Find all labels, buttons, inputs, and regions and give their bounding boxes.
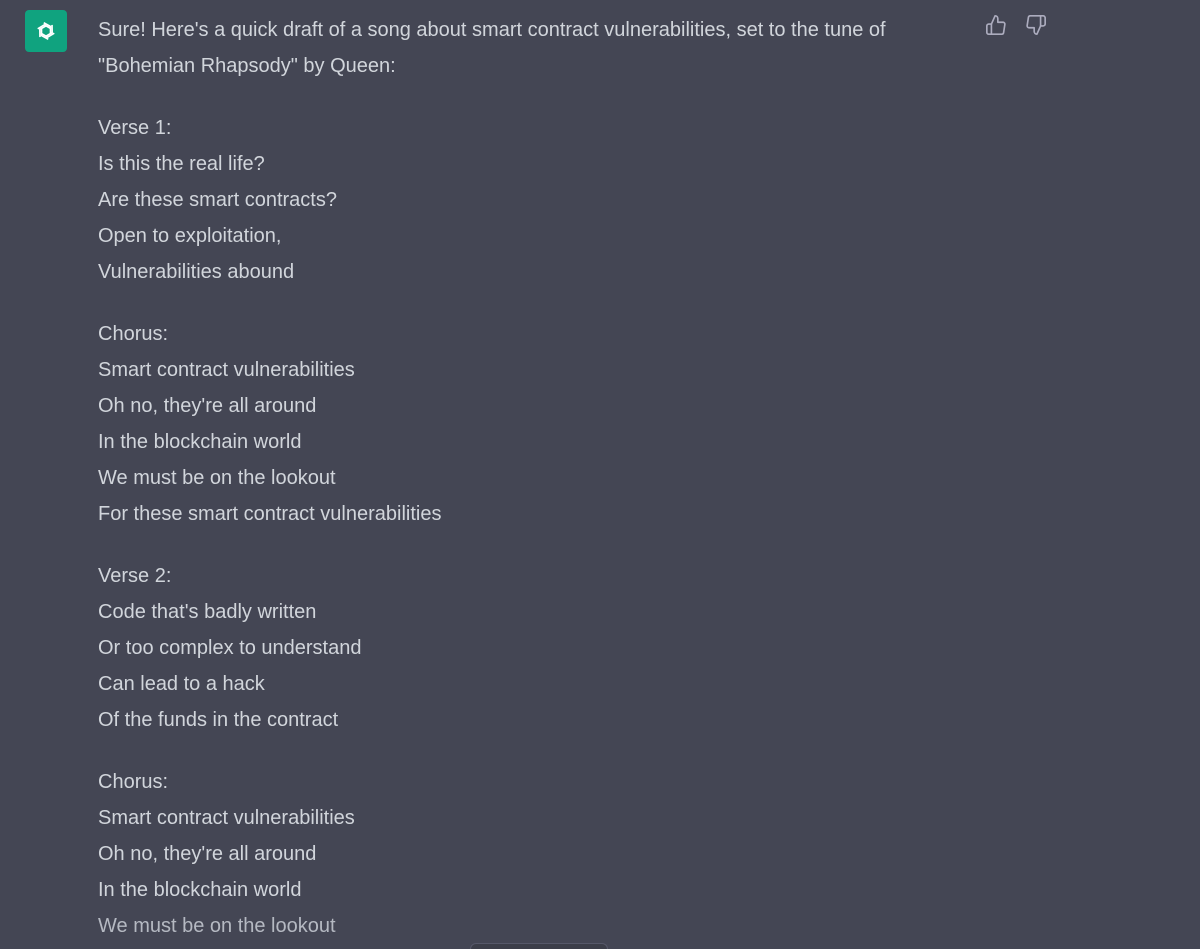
lyric-line: In the blockchain world	[98, 431, 302, 453]
lyric-line: Smart contract vulnerabilities	[98, 359, 355, 381]
lyrics-section: Verse 1: Is this the real life? Are thes…	[98, 110, 968, 290]
lyric-line: We must be on the lookout	[98, 467, 336, 489]
assistant-message: Sure! Here's a quick draft of a song abo…	[0, 0, 1200, 949]
lyric-line: Is this the real life?	[98, 153, 265, 175]
lyric-line: Of the funds in the contract	[98, 709, 339, 731]
thumbs-down-icon	[1026, 15, 1046, 35]
thumbs-down-button[interactable]	[1024, 13, 1048, 37]
section-heading: Verse 1:	[98, 117, 172, 139]
lyric-line: Open to exploitation,	[98, 225, 282, 247]
lyric-line: For these smart contract vulnerabilities	[98, 503, 442, 525]
response-content: Sure! Here's a quick draft of a song abo…	[98, 12, 968, 944]
section-heading: Chorus:	[98, 323, 169, 345]
lyric-line: Oh no, they're all around	[98, 395, 317, 417]
lyrics-section: Chorus: Smart contract vulnerabilities O…	[98, 764, 968, 944]
lyric-line: In the blockchain world	[98, 879, 302, 901]
scroll-to-bottom-button[interactable]	[470, 943, 608, 949]
lyric-line: Oh no, they're all around	[98, 843, 317, 865]
lyric-line: Smart contract vulnerabilities	[98, 807, 355, 829]
lyric-line: Vulnerabilities abound	[98, 261, 295, 283]
lyric-line: Or too complex to understand	[98, 637, 362, 659]
section-heading: Chorus:	[98, 771, 169, 793]
lyric-line: Are these smart contracts?	[98, 189, 337, 211]
openai-logo-icon	[37, 22, 55, 40]
section-heading: Verse 2:	[98, 565, 172, 587]
lyric-line: Code that's badly written	[98, 601, 317, 623]
thumbs-up-icon	[986, 15, 1006, 35]
lyric-line: We must be on the lookout	[98, 915, 336, 937]
thumbs-up-button[interactable]	[984, 13, 1008, 37]
feedback-controls	[984, 13, 1048, 37]
lyrics-section: Chorus: Smart contract vulnerabilities O…	[98, 316, 968, 532]
assistant-avatar	[25, 10, 67, 52]
lyrics-section: Verse 2: Code that's badly written Or to…	[98, 558, 968, 738]
response-intro: Sure! Here's a quick draft of a song abo…	[98, 19, 886, 77]
lyric-line: Can lead to a hack	[98, 673, 265, 695]
